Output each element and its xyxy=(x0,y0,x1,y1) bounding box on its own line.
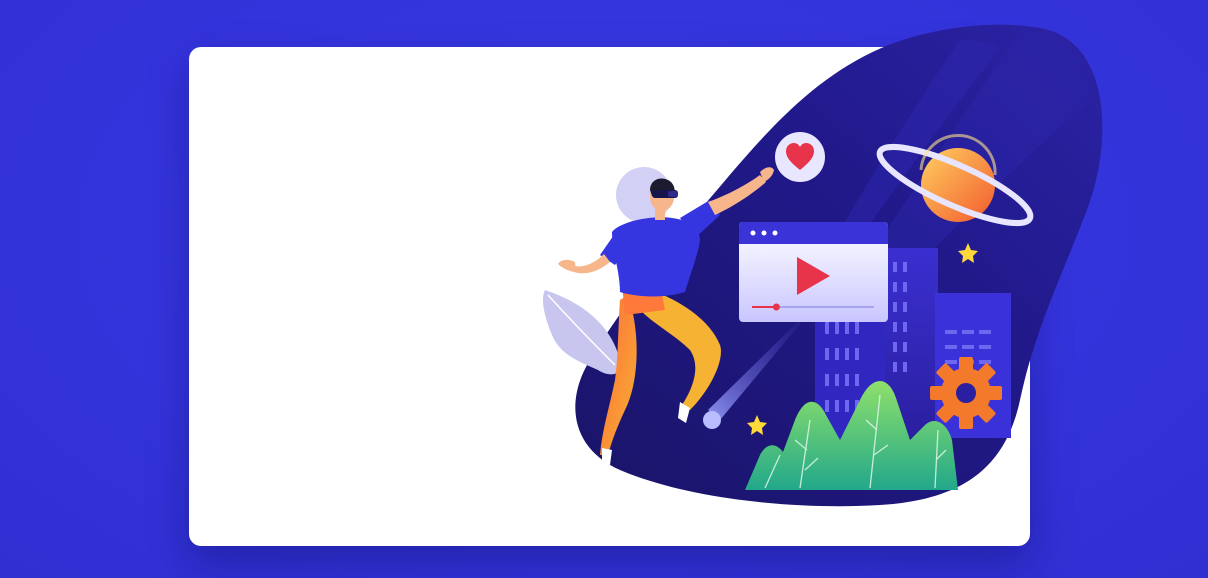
gear-icon xyxy=(930,357,1002,429)
page-background: person-with-vr-headset xyxy=(0,0,1208,578)
video-progress-fill xyxy=(752,306,777,308)
heart-icon xyxy=(775,132,825,182)
video-player-icon xyxy=(739,222,888,322)
video-progress-knob xyxy=(772,303,780,311)
